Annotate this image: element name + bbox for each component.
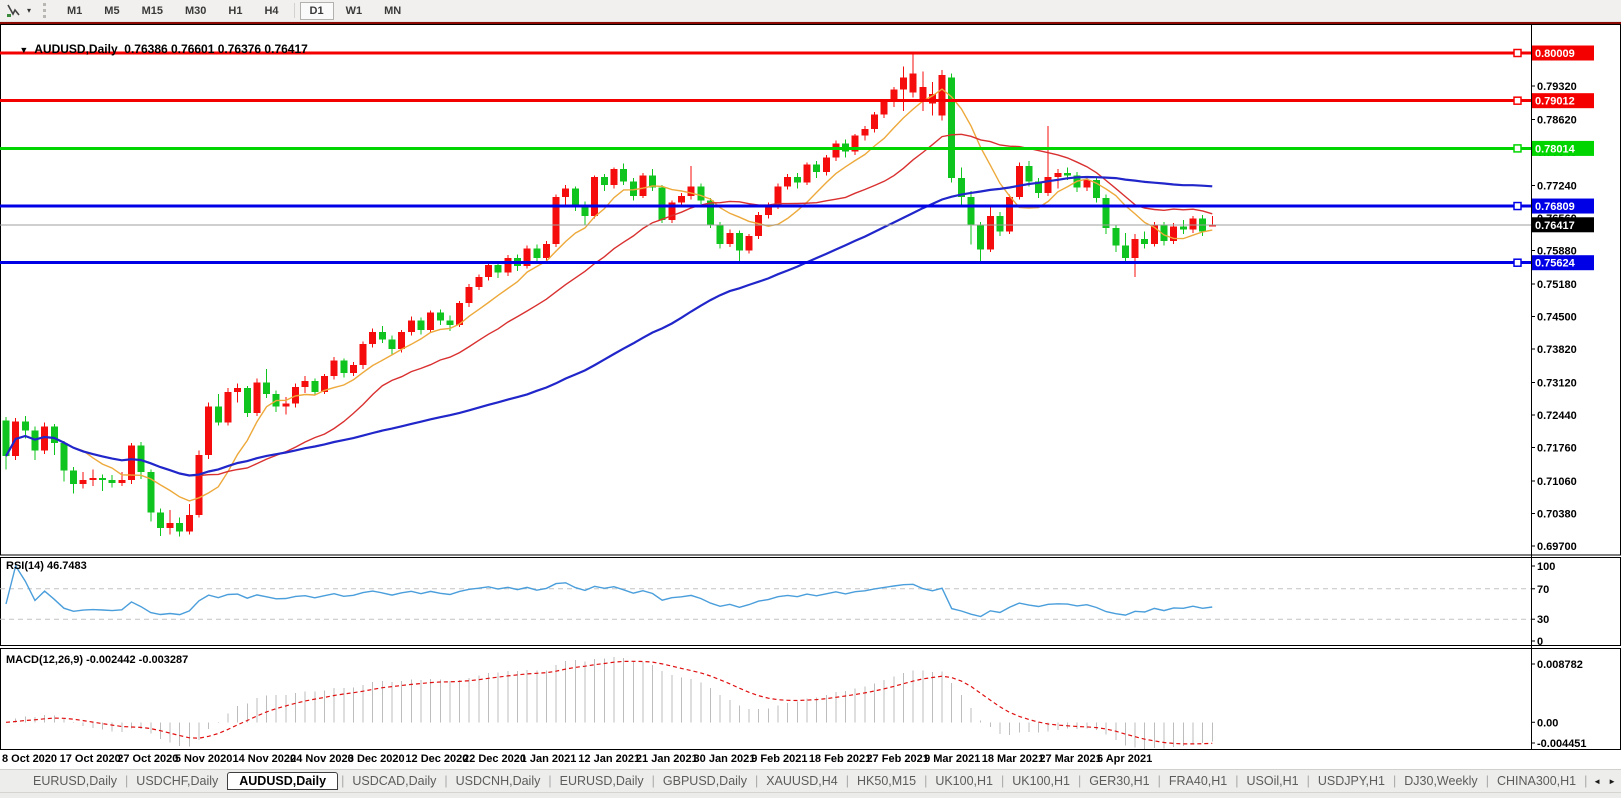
date-label: 30 Jan 2021 — [694, 753, 756, 765]
macd-indicator-label: MACD(12,26,9) -0.002442 -0.003287 — [6, 654, 188, 666]
chart-tab-usdcnh-daily[interactable]: USDCNH,Daily — [449, 772, 548, 790]
macd-pane — [1, 649, 1621, 750]
timeframe-button-m15[interactable]: M15 — [132, 2, 173, 20]
price-tick-label: 0.77240 — [1537, 180, 1577, 192]
chart-window[interactable]: 0.793200.786200.779400.772400.765600.758… — [0, 24, 1621, 769]
date-label: 27 Mar 2021 — [1039, 753, 1101, 765]
date-label: 9 Feb 2021 — [751, 753, 807, 765]
price-tick-label: 0.69700 — [1537, 541, 1577, 553]
date-label: 5 Nov 2020 — [175, 753, 232, 765]
rsi-axis-label: 70 — [1537, 584, 1549, 596]
svg-text:0.76809: 0.76809 — [1535, 201, 1575, 213]
chart-tab-eurusd-daily[interactable]: EURUSD,Daily — [26, 772, 124, 790]
chart-canvas[interactable]: 0.793200.786200.779400.772400.765600.758… — [0, 24, 1621, 769]
chart-tab-uk100-h1[interactable]: UK100,H1 — [1005, 772, 1077, 790]
chart-tab-uk100-h1[interactable]: UK100,H1 — [928, 772, 1000, 790]
date-axis: 8 Oct 202017 Oct 202027 Oct 20205 Nov 20… — [2, 753, 1152, 765]
line-handle[interactable] — [1514, 50, 1521, 57]
rsi-axis-label: 30 — [1537, 614, 1549, 626]
chart-tab-dj30-weekly[interactable]: DJ30,Weekly — [1397, 772, 1484, 790]
chart-tab-hk50-m15[interactable]: HK50,M15 — [850, 772, 923, 790]
timeframe-button-d1[interactable]: D1 — [300, 2, 334, 20]
date-label: 12 Dec 2020 — [405, 753, 468, 765]
chart-ohlc-readout: 0.76386 0.76601 0.76376 0.76417 — [124, 42, 308, 56]
line-handle[interactable] — [1514, 203, 1521, 210]
date-label: 8 Oct 2020 — [2, 753, 57, 765]
chart-tab-usdcad-daily[interactable]: USDCAD,Daily — [345, 772, 443, 790]
date-label: 12 Jan 2021 — [578, 753, 640, 765]
chart-tab-xauusd-h4[interactable]: XAUUSD,H4 — [759, 772, 845, 790]
rsi-axis-label: 0 — [1537, 636, 1543, 648]
macd-axis-label: 0.00 — [1537, 717, 1558, 729]
chart-tab-usoil-h1[interactable]: USOil,H1 — [1240, 772, 1306, 790]
price-tick-label: 0.73820 — [1537, 344, 1577, 356]
rsi-pane — [1, 558, 1621, 646]
date-label: 27 Feb 2021 — [866, 753, 928, 765]
price-tick-label: 0.71060 — [1537, 476, 1577, 488]
timeframe-button-mn[interactable]: MN — [374, 2, 411, 20]
symbol-tab-bar: EURUSD,Daily|USDCHF,DailyAUDUSD,Daily|US… — [0, 769, 1621, 792]
line-handle[interactable] — [1514, 259, 1521, 266]
chart-tab-audusd-daily[interactable]: AUDUSD,Daily — [227, 772, 338, 790]
svg-text:0.80009: 0.80009 — [1535, 48, 1575, 60]
chart-tab-ger30-h1[interactable]: GER30,H1 — [1082, 772, 1156, 790]
date-label: 18 Feb 2021 — [809, 753, 871, 765]
line-handle[interactable] — [1514, 97, 1521, 104]
timeframe-button-w1[interactable]: W1 — [336, 2, 373, 20]
chart-symbol-label: AUDUSD,Daily — [34, 42, 117, 56]
date-label: 22 Dec 2020 — [463, 753, 526, 765]
svg-text:0.75624: 0.75624 — [1535, 258, 1576, 270]
timeframe-button-h1[interactable]: H1 — [218, 2, 252, 20]
timeframe-button-m30[interactable]: M30 — [175, 2, 216, 20]
tab-scroll-right-icon[interactable]: ► — [1608, 777, 1616, 786]
chart-tab-gbpusd-daily[interactable]: GBPUSD,Daily — [656, 772, 754, 790]
date-label: 24 Nov 2020 — [290, 753, 354, 765]
date-label: 17 Oct 2020 — [60, 753, 121, 765]
date-label: 21 Jan 2021 — [636, 753, 698, 765]
price-tick-label: 0.75180 — [1537, 279, 1577, 291]
line-handle[interactable] — [1514, 145, 1521, 152]
price-tick-label: 0.71760 — [1537, 443, 1577, 455]
chart-tab-fra40-h1[interactable]: FRA40,H1 — [1162, 772, 1234, 790]
price-tick-label: 0.70380 — [1537, 508, 1577, 520]
rsi-axis-label: 100 — [1537, 561, 1555, 573]
svg-text:0.78014: 0.78014 — [1535, 143, 1576, 155]
price-tick-label: 0.72440 — [1537, 410, 1577, 422]
tab-scroll-left-icon[interactable]: ◄ — [1593, 777, 1601, 786]
price-tick-label: 0.73120 — [1537, 377, 1577, 389]
status-bar — [0, 792, 1621, 798]
rsi-indicator-label: RSI(14) 46.7483 — [6, 560, 87, 572]
price-tick-label: 0.79320 — [1537, 81, 1577, 93]
timeframe-button-m1[interactable]: M1 — [57, 2, 92, 20]
triangle-down-icon[interactable]: ▼ — [19, 45, 28, 55]
price-tick-label: 0.74500 — [1537, 311, 1577, 323]
macd-axis-label: -0.004451 — [1537, 738, 1587, 750]
chart-tab-eurusd-daily[interactable]: EURUSD,Daily — [553, 772, 651, 790]
chevron-down-icon[interactable]: ▾ — [23, 6, 35, 15]
date-label: 14 Nov 2020 — [233, 753, 297, 765]
date-label: 6 Apr 2021 — [1097, 753, 1152, 765]
date-label: 27 Oct 2020 — [117, 753, 178, 765]
svg-text:0.76417: 0.76417 — [1535, 220, 1575, 232]
toolbar-divider — [294, 3, 295, 18]
timeframe-button-m5[interactable]: M5 — [94, 2, 129, 20]
chart-tab-usdjpy-h1[interactable]: USDJPY,H1 — [1311, 772, 1392, 790]
main-pane — [1, 25, 1621, 556]
timeframe-toolbar: ▾ M1M5M15M30H1H4 D1W1MN — [0, 0, 1621, 22]
timeframe-button-h4[interactable]: H4 — [254, 2, 288, 20]
price-tick-label: 0.78620 — [1537, 114, 1577, 126]
toolbar-grip[interactable] — [43, 3, 50, 18]
date-label: 3 Dec 2020 — [348, 753, 405, 765]
date-label: 18 Mar 2021 — [982, 753, 1044, 765]
chart-tab-china300-h1[interactable]: CHINA300,H1 — [1490, 772, 1583, 790]
chart-title: ▼ AUDUSD,Daily 0.76386 0.76601 0.76376 0.… — [6, 28, 308, 70]
macd-axis-label: 0.008782 — [1537, 659, 1583, 671]
date-label: 9 Mar 2021 — [924, 753, 980, 765]
svg-text:0.79012: 0.79012 — [1535, 96, 1575, 108]
crosshair-cursor-icon[interactable] — [3, 2, 23, 19]
date-label: 1 Jan 2021 — [521, 753, 577, 765]
chart-tab-usdchf-daily[interactable]: USDCHF,Daily — [129, 772, 225, 790]
